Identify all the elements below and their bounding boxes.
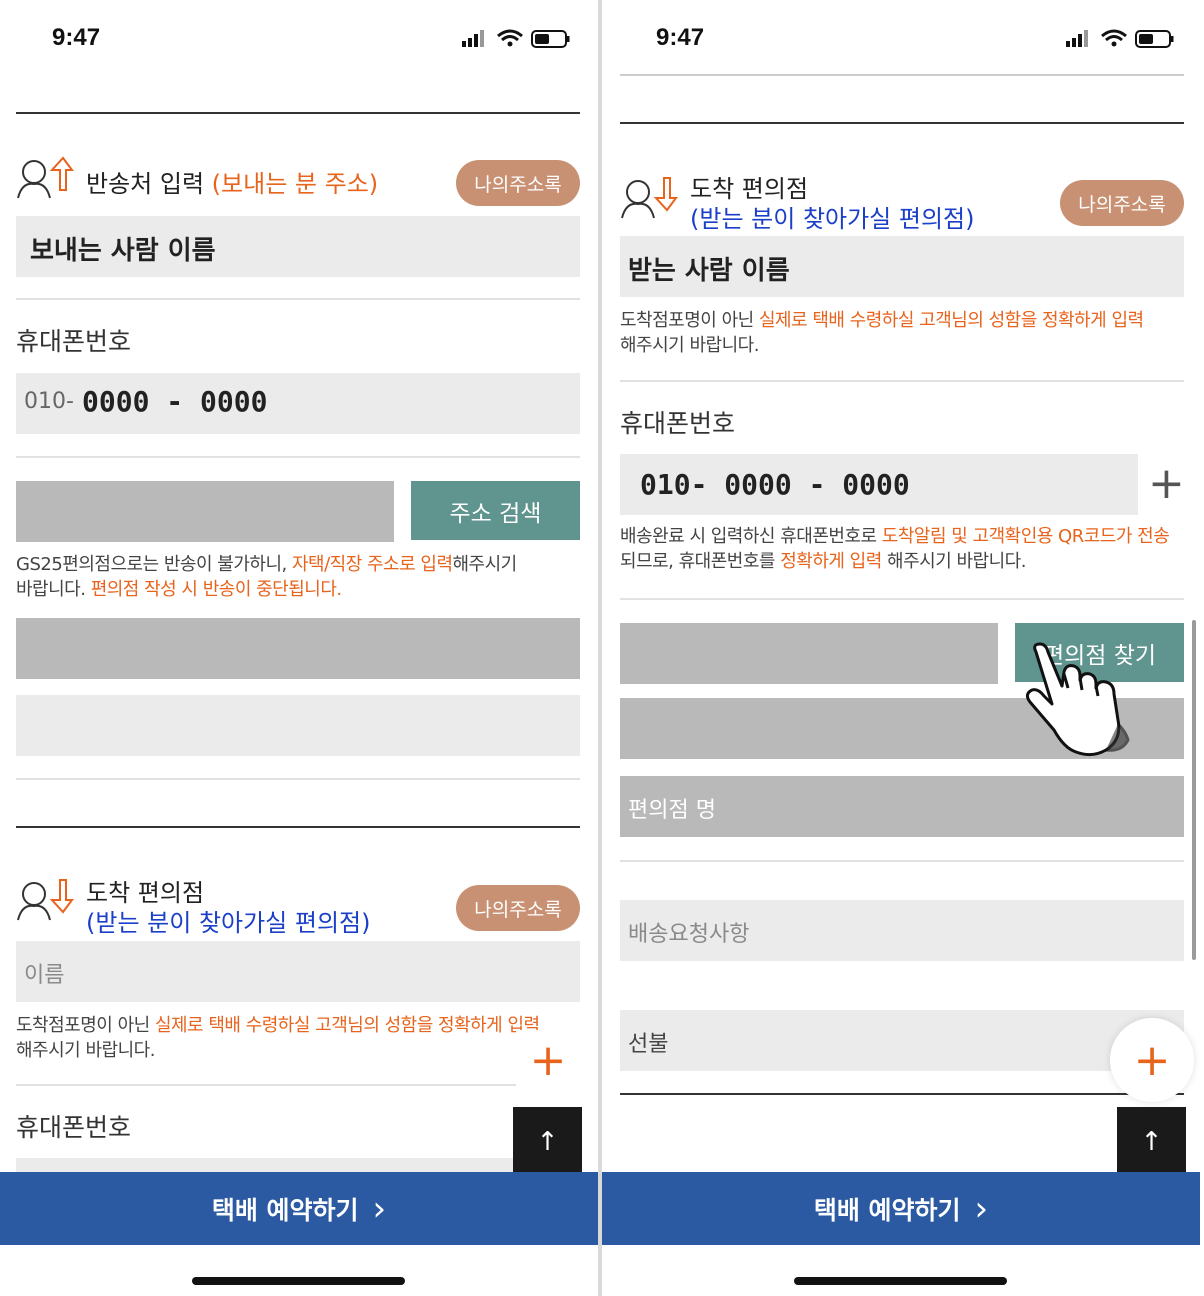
section-divider bbox=[16, 826, 580, 828]
phone-screen-left: 9:47 반송처 입력 (보내는 분 주소) 나의주소록 보내는 사람 이름 휴… bbox=[0, 0, 598, 1296]
divider bbox=[620, 598, 1184, 600]
address-search-button[interactable]: 주소 검색 bbox=[411, 481, 580, 540]
sender-phone-input[interactable]: 010- 0000 - 0000 bbox=[16, 373, 580, 434]
status-time: 9:47 bbox=[52, 24, 101, 51]
reserve-button-label: 택배 예약하기 bbox=[211, 1195, 359, 1225]
section-divider bbox=[620, 122, 1184, 124]
status-icons bbox=[462, 29, 570, 48]
pointing-hand-icon bbox=[1025, 642, 1130, 757]
address-book-button[interactable]: 나의주소록 bbox=[1060, 180, 1184, 226]
scroll-top-button[interactable]: ↑ bbox=[513, 1107, 582, 1176]
reserve-button-label: 택배 예약하기 bbox=[813, 1195, 961, 1225]
payment-select[interactable]: 선불 bbox=[620, 1010, 1184, 1071]
store-name-input[interactable]: 편의점 명 bbox=[620, 776, 1184, 837]
receiver-phone-input[interactable] bbox=[16, 1158, 516, 1172]
home-indicator bbox=[192, 1277, 405, 1285]
store-search-input[interactable] bbox=[620, 623, 998, 684]
address-line1-input[interactable] bbox=[16, 618, 580, 679]
divider bbox=[620, 380, 1184, 382]
address-line2-input[interactable] bbox=[16, 695, 580, 756]
phone-label: 휴대폰번호 bbox=[16, 1113, 132, 1142]
sender-notice: GS25편의점으로는 반송이 불가하니, 자택/직장 주소로 입력해주시기 바랍… bbox=[16, 554, 517, 600]
address-book-button[interactable]: 나의주소록 bbox=[456, 885, 580, 931]
arrival-section-subtitle: (받는 분이 찾아가실 편의점) bbox=[86, 909, 371, 937]
divider bbox=[16, 456, 580, 458]
address-book-button[interactable]: 나의주소록 bbox=[456, 160, 580, 206]
sender-name-input[interactable]: 보내는 사람 이름 bbox=[16, 216, 580, 277]
section-divider bbox=[620, 1093, 1184, 1095]
person-down-arrow-icon bbox=[17, 879, 74, 921]
home-indicator bbox=[794, 1277, 1007, 1285]
arrival-section-subtitle: (받는 분이 찾아가실 편의점) bbox=[690, 205, 975, 233]
receiver-phone-input[interactable]: 010- 0000 - 0000 bbox=[620, 454, 1138, 515]
phone-notice: 배송완료 시 입력하신 휴대폰번호로 도착알림 및 고객확인용 QR코드가 전송… bbox=[620, 526, 1170, 572]
divider bbox=[16, 298, 580, 300]
person-up-arrow-icon bbox=[17, 156, 74, 199]
sender-section-title: 반송처 입력 (보내는 분 주소) bbox=[86, 170, 379, 198]
reserve-button[interactable]: 택배 예약하기 › bbox=[602, 1172, 1200, 1245]
scrollbar[interactable] bbox=[1192, 620, 1196, 960]
scroll-top-button[interactable]: ↑ bbox=[1117, 1107, 1186, 1176]
divider bbox=[16, 778, 580, 780]
status-icons bbox=[1066, 29, 1174, 48]
receiver-notice: 도착점포명이 아닌 실제로 택배 수령하실 고객님의 성함을 정확하게 입력 해… bbox=[16, 1015, 540, 1061]
reserve-button[interactable]: 택배 예약하기 › bbox=[0, 1172, 598, 1245]
receiver-notice: 도착점포명이 아닌 실제로 택배 수령하실 고객님의 성함을 정확하게 입력 해… bbox=[620, 310, 1144, 356]
delivery-request-input[interactable]: 배송요청사항 bbox=[620, 900, 1184, 961]
add-phone-icon[interactable]: + bbox=[1148, 456, 1185, 512]
divider bbox=[620, 860, 1184, 862]
phone-label: 휴대폰번호 bbox=[16, 327, 132, 356]
person-down-arrow-icon bbox=[621, 177, 678, 219]
plus-icon[interactable]: + bbox=[1110, 1018, 1194, 1102]
chevron-right-icon: › bbox=[372, 1188, 387, 1229]
section-divider bbox=[16, 112, 580, 114]
address-input[interactable] bbox=[16, 481, 394, 542]
phone-screen-right: 9:47 도착 편의점 (받는 분이 찾아가실 편의점) 나의주소록 받는 사람… bbox=[602, 0, 1200, 1296]
divider bbox=[620, 74, 1184, 76]
receiver-name-input[interactable]: 이름 bbox=[16, 941, 580, 1002]
receiver-name-input[interactable]: 받는 사람 이름 bbox=[620, 236, 1184, 297]
phone-label: 휴대폰번호 bbox=[620, 409, 736, 438]
divider bbox=[16, 1084, 580, 1086]
status-time: 9:47 bbox=[656, 24, 705, 51]
chevron-right-icon: › bbox=[974, 1188, 989, 1229]
plus-icon[interactable]: + bbox=[516, 1030, 580, 1090]
